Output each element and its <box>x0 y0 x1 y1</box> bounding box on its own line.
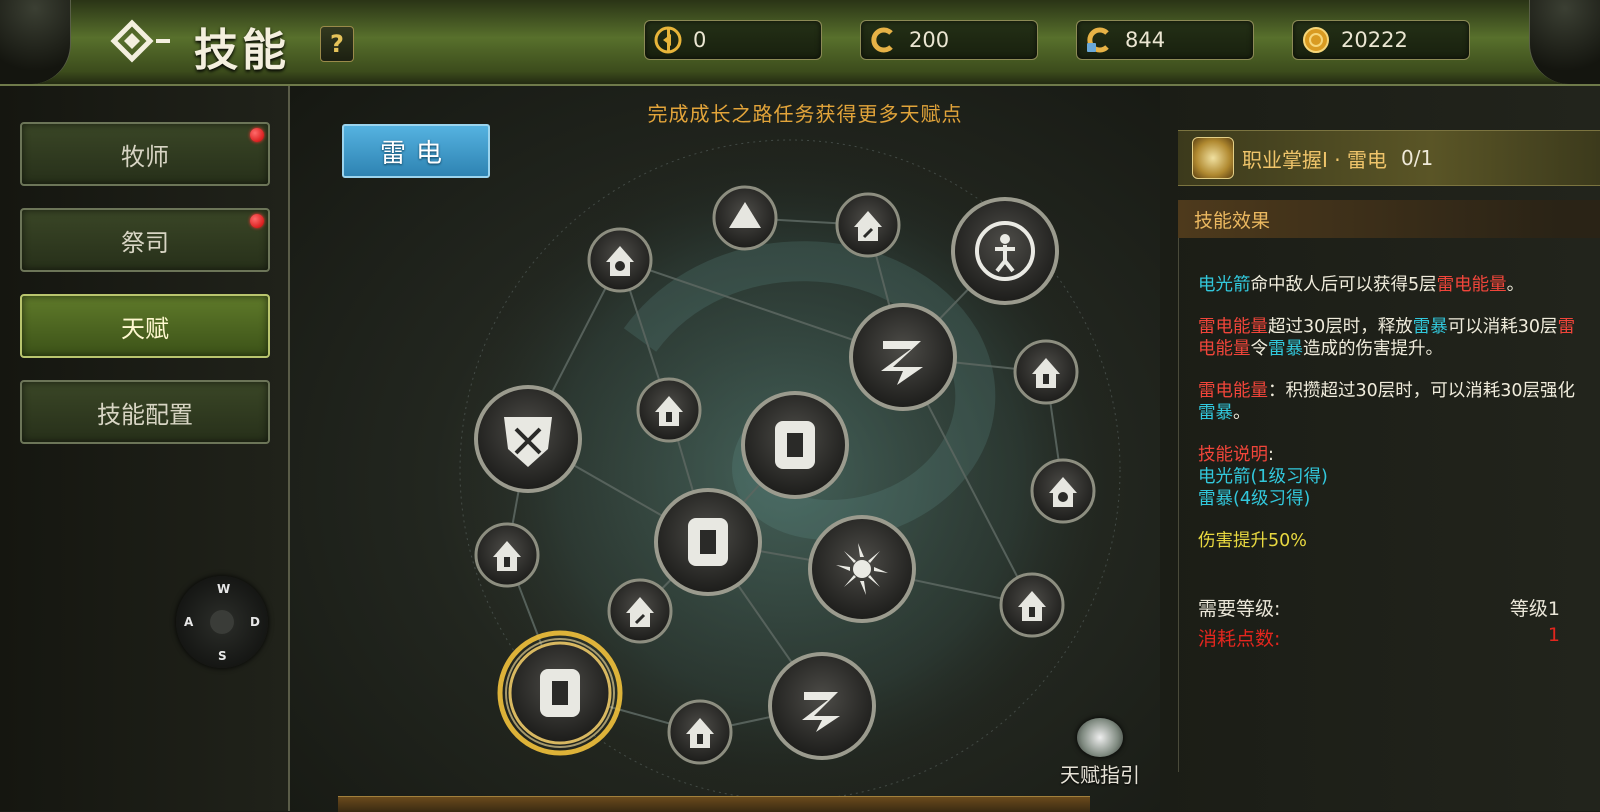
effect-paragraph-4: 技能说明: 电光箭(1级习得) 雷暴(4级习得) <box>1198 444 1584 510</box>
effect-paragraph-1: 电光箭命中敌人后可以获得5层雷电能量。 <box>1198 274 1584 296</box>
cost-points-row: 消耗点数: 1 <box>1198 624 1560 651</box>
required-level-label: 需要等级: <box>1198 598 1281 620</box>
panel-divider <box>1178 238 1179 772</box>
skill-keyword: 电光箭 <box>1198 275 1251 295</box>
talent-node-large-bolt-1[interactable] <box>849 303 957 411</box>
talent-node-small-10[interactable] <box>667 699 733 765</box>
talent-node-small-5[interactable] <box>636 377 702 443</box>
scroll-icon <box>1192 137 1234 179</box>
talent-node-small-4[interactable] <box>1013 339 1079 405</box>
talent-node-large-burst[interactable] <box>808 515 916 623</box>
skill-keyword: 雷暴 <box>1412 317 1448 337</box>
effect-text: ：积攒超过30层时，可以消耗30层强化 <box>1268 381 1576 401</box>
talent-node-large-shield[interactable] <box>474 385 582 493</box>
talent-node-selected[interactable] <box>497 630 623 756</box>
required-level-row: 需要等级: 等级1 <box>1198 594 1560 621</box>
talent-node-large-figure[interactable] <box>951 197 1059 305</box>
skill-keyword: 雷暴 <box>1268 339 1303 359</box>
wings-emblem-icon <box>1077 718 1123 757</box>
talent-node-large-bolt-2[interactable] <box>768 652 876 760</box>
talent-node-small-6[interactable] <box>1030 458 1096 524</box>
cost-points-label: 消耗点数: <box>1198 628 1281 650</box>
effect-text: 。 <box>1506 275 1525 295</box>
learned-skill-line: 电光箭(1级习得) <box>1198 467 1328 487</box>
skill-keyword: 雷电能量 <box>1198 317 1268 337</box>
effect-text: 造成的伤害提升。 <box>1303 339 1443 359</box>
learned-skill-line: 雷暴(4级习得) <box>1198 489 1311 509</box>
effect-paragraph-3: 雷电能量：积攒超过30层时，可以消耗30层强化雷暴。 <box>1198 380 1584 424</box>
section-label: 技能说明 <box>1198 445 1268 465</box>
effect-text: 令 <box>1250 339 1269 359</box>
effect-text: 可以消耗30层 <box>1447 317 1558 337</box>
bottom-frame-strip <box>338 796 1090 812</box>
required-level-value: 等级1 <box>1509 598 1560 620</box>
talent-node-large-scroll-2[interactable] <box>654 488 762 596</box>
effect-header: 技能效果 <box>1194 209 1271 232</box>
effect-paragraph-5: 伤害提升50% <box>1198 530 1584 552</box>
talent-guide-button[interactable]: 天赋指引 <box>1050 718 1150 788</box>
talent-node-small-7[interactable] <box>474 522 540 588</box>
talent-node-large-scroll-1[interactable] <box>741 391 849 499</box>
cost-points-value: 1 <box>1547 624 1560 646</box>
effect-text: 超过30层时，释放 <box>1268 317 1413 337</box>
effect-text: 。 <box>1233 403 1251 423</box>
skill-keyword: 雷电能量 <box>1198 381 1268 401</box>
skill-keyword: 雷暴 <box>1198 403 1233 423</box>
skill-keyword: 雷电能量 <box>1436 275 1507 295</box>
skill-header: 职业掌握Ⅰ · 雷电 0/1 <box>1178 130 1600 186</box>
effect-text: : <box>1268 445 1274 465</box>
damage-bonus-text: 伤害提升50% <box>1198 531 1307 551</box>
talent-guide-label: 天赋指引 <box>1060 763 1140 787</box>
effect-text: 命中敌人后可以获得5层 <box>1250 275 1437 295</box>
talent-node-small-2[interactable] <box>712 185 778 251</box>
effect-paragraph-2: 雷电能量超过30层时，释放雷暴可以消耗30层雷电能量令雷暴造成的伤害提升。 <box>1198 316 1584 360</box>
talent-node-small-3[interactable] <box>835 192 901 258</box>
effect-description: 电光箭命中敌人后可以获得5层雷电能量。 雷电能量超过30层时，释放雷暴可以消耗3… <box>1198 274 1584 572</box>
talent-node-small-8[interactable] <box>607 578 673 644</box>
talent-node-small-9[interactable] <box>999 572 1065 638</box>
talent-node-small-1[interactable] <box>587 227 653 293</box>
skill-level: 0/1 <box>1400 146 1434 170</box>
skill-name: 职业掌握Ⅰ · 雷电 <box>1242 147 1387 172</box>
effect-header-bar: 技能效果 <box>1178 200 1600 238</box>
